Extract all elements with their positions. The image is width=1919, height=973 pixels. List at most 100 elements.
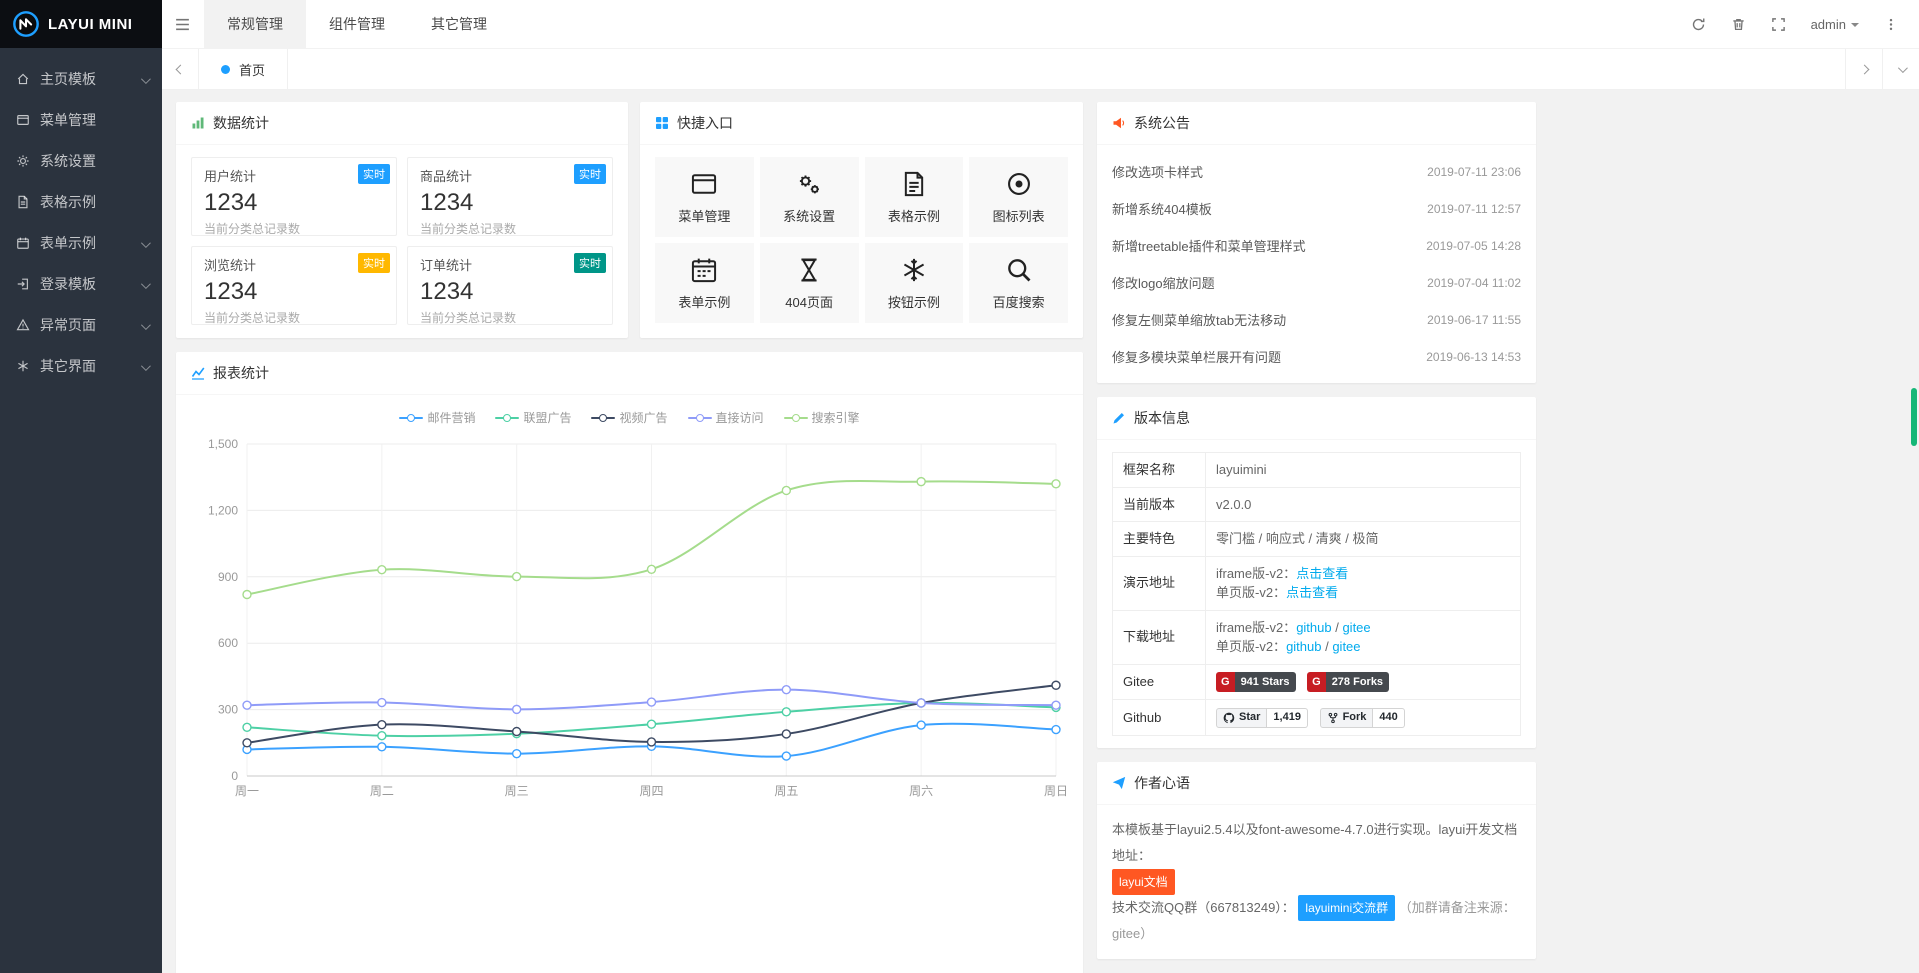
table-row: Github Star 1,419 [1113, 700, 1521, 736]
github-star-button[interactable]: Star 1,419 [1216, 708, 1308, 728]
announcement-link[interactable]: 修改logo缩放问题 [1112, 273, 1215, 292]
sidebar-item-other-ui[interactable]: 其它界面 [0, 345, 162, 386]
calendar-icon [14, 236, 31, 250]
topbar: 常规管理 组件管理 其它管理 admin [162, 0, 1919, 49]
download-github-link[interactable]: github [1286, 639, 1321, 654]
refresh-button[interactable] [1679, 0, 1719, 48]
legend-item[interactable]: 直接访问 [688, 409, 764, 426]
caret-down-icon [1851, 23, 1859, 31]
report-statistics-card: 报表统计 邮件营销联盟广告视频广告直接访问搜索引擎 03006009001,20… [176, 352, 1083, 973]
tabs-scroll-right-button[interactable] [1845, 49, 1882, 89]
sidebar-item-system-settings[interactable]: 系统设置 [0, 140, 162, 181]
version-name-value: layuimini [1206, 453, 1521, 488]
table-row: Gitee G 941 Stars G 278 Forks [1113, 664, 1521, 700]
legend-item[interactable]: 视频广告 [591, 409, 667, 426]
legend-label: 联盟广告 [523, 409, 571, 426]
fullscreen-button[interactable] [1759, 0, 1799, 48]
legend-item[interactable]: 联盟广告 [495, 409, 571, 426]
sidebar-item-label: 登录模板 [40, 274, 96, 294]
version-download-label: 下载地址 [1113, 610, 1206, 664]
logo[interactable]: LAYUI MINI [0, 0, 162, 48]
download-gitee-link[interactable]: gitee [1342, 620, 1370, 635]
github-star-count: 1,419 [1267, 708, 1308, 728]
gitee-forks-badge[interactable]: G 278 Forks [1307, 672, 1389, 692]
author-line2: 技术交流QQ群（667813249）： layuimini交流群 （加群请备注来… [1112, 895, 1521, 947]
svg-text:900: 900 [218, 570, 238, 584]
login-icon [14, 277, 31, 291]
sidebar-item-table-demo[interactable]: 表格示例 [0, 181, 162, 222]
legend-item[interactable]: 搜索引擎 [784, 409, 860, 426]
layui-doc-badge[interactable]: layui文档 [1112, 869, 1175, 895]
version-table: 框架名称 layuimini 当前版本 v2.0.0 主要特色 零门槛 / 响应… [1112, 452, 1521, 736]
download-github-link[interactable]: github [1296, 620, 1331, 635]
quick-entry-system-settings[interactable]: 系统设置 [760, 157, 859, 237]
announcement-date: 2019-07-11 12:57 [1427, 202, 1521, 216]
quick-entry-button-demo[interactable]: 按钮示例 [865, 243, 964, 323]
github-fork-count: 440 [1373, 708, 1404, 728]
sidebar-item-form-demo[interactable]: 表单示例 [0, 222, 162, 263]
quick-entry-label: 404页面 [785, 292, 833, 311]
download-line-prefix: iframe版-v2： [1216, 620, 1296, 635]
demo-spa-link[interactable]: 点击查看 [1286, 585, 1338, 600]
svg-text:周四: 周四 [639, 784, 663, 798]
collapse-sidebar-button[interactable] [162, 0, 202, 48]
list-item: 新增系统404模板 2019-07-11 12:57 [1112, 190, 1521, 227]
clear-cache-button[interactable] [1719, 0, 1759, 48]
qq-group-badge[interactable]: layuimini交流群 [1298, 895, 1395, 921]
gitee-stars-badge[interactable]: G 941 Stars [1216, 672, 1296, 692]
legend-label: 视频广告 [619, 409, 667, 426]
user-menu[interactable]: admin [1799, 0, 1871, 48]
list-item: 修改logo缩放问题 2019-07-04 11:02 [1112, 264, 1521, 301]
sidebar-item-label: 其它界面 [40, 356, 96, 376]
demo-line-prefix: iframe版-v2： [1216, 566, 1296, 581]
tabs-operations-button[interactable] [1882, 49, 1919, 89]
demo-iframe-link[interactable]: 点击查看 [1296, 566, 1348, 581]
announcement-link[interactable]: 新增treetable插件和菜单管理样式 [1112, 236, 1306, 255]
quick-entry-form-demo[interactable]: 表单示例 [655, 243, 754, 323]
quick-entry-label: 系统设置 [783, 206, 835, 225]
sidebar: LAYUI MINI 主页模板 菜单管理 系统设置 [0, 0, 162, 973]
github-fork-button[interactable]: Fork 440 [1320, 708, 1405, 728]
author-line2-prefix: 技术交流QQ群（667813249）： [1112, 900, 1295, 915]
quick-entry-404-page[interactable]: 404页面 [760, 243, 859, 323]
legend-item[interactable]: 邮件营销 [399, 409, 475, 426]
top-tab-normal-manage[interactable]: 常规管理 [204, 0, 306, 48]
page-scrollbar-thumb[interactable] [1911, 388, 1917, 446]
tabs-scroll-left-button[interactable] [162, 49, 199, 89]
quick-entry-menu-manage[interactable]: 菜单管理 [655, 157, 754, 237]
announcement-link[interactable]: 修复多模块菜单栏展开有问题 [1112, 347, 1281, 366]
sidebar-item-home-template[interactable]: 主页模板 [0, 58, 162, 99]
sidebar-item-menu-manage[interactable]: 菜单管理 [0, 99, 162, 140]
quick-entry-table-demo[interactable]: 表格示例 [865, 157, 964, 237]
top-tab-component-manage[interactable]: 组件管理 [306, 0, 408, 48]
chevron-down-icon [141, 358, 148, 374]
quick-entry-label: 按钮示例 [888, 292, 940, 311]
legend-label: 搜索引擎 [812, 409, 860, 426]
stat-box-orders: 订单统计 1234 当前分类总记录数 实时 [407, 246, 613, 325]
version-download-value: iframe版-v2：github / gitee 单页版-v2：github … [1206, 610, 1521, 664]
announcement-link[interactable]: 新增系统404模板 [1112, 199, 1212, 218]
more-menu-button[interactable] [1871, 0, 1911, 48]
sidebar-item-login-template[interactable]: 登录模板 [0, 263, 162, 304]
svg-text:1,200: 1,200 [208, 503, 238, 517]
github-fork-label: Fork [1343, 709, 1367, 726]
quick-entry-icon-list[interactable]: 图标列表 [969, 157, 1068, 237]
top-tab-other-manage[interactable]: 其它管理 [408, 0, 510, 48]
download-gitee-link[interactable]: gitee [1332, 639, 1360, 654]
svg-text:周三: 周三 [505, 784, 529, 798]
announcement-link[interactable]: 修复左侧菜单缩放tab无法移动 [1112, 310, 1286, 329]
sidebar-menu: 主页模板 菜单管理 系统设置 表格示例 [0, 58, 162, 386]
quick-entry-baidu-search[interactable]: 百度搜索 [969, 243, 1068, 323]
announcement-list: 修改选项卡样式 2019-07-11 23:06 新增系统404模板 2019-… [1097, 145, 1536, 383]
table-row: 当前版本 v2.0.0 [1113, 487, 1521, 522]
announcement-link[interactable]: 修改选项卡样式 [1112, 162, 1203, 181]
svg-text:周五: 周五 [774, 784, 798, 798]
version-ver-label: 当前版本 [1113, 487, 1206, 522]
link-separator: / [1321, 639, 1332, 654]
sidebar-item-error-pages[interactable]: 异常页面 [0, 304, 162, 345]
legend-label: 直接访问 [716, 409, 764, 426]
quick-entry-label: 菜单管理 [678, 206, 730, 225]
active-tab-dot-icon [221, 65, 230, 74]
demo-line-prefix: 单页版-v2： [1216, 585, 1286, 600]
tab-home[interactable]: 首页 [199, 49, 288, 89]
